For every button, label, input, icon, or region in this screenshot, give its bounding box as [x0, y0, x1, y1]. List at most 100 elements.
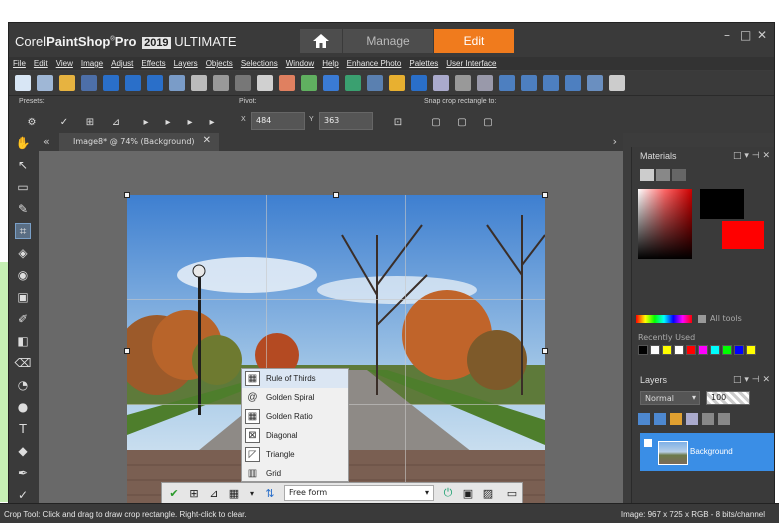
opacity-field[interactable]: 100: [706, 391, 750, 405]
layer-visibility-icon[interactable]: [644, 439, 652, 447]
pick-tool-icon[interactable]: ↖: [15, 157, 31, 173]
recent-color-swatch[interactable]: [722, 345, 732, 355]
presets-dropdown-icon[interactable]: ⚙: [23, 114, 41, 130]
menu-objects[interactable]: Objects: [206, 59, 233, 68]
overview-icon[interactable]: [587, 75, 603, 91]
menu-help[interactable]: Help: [322, 59, 338, 68]
menu-layers[interactable]: Layers: [174, 59, 198, 68]
pivot-center-icon[interactable]: ⊡: [389, 114, 407, 130]
paste-icon[interactable]: [257, 75, 273, 91]
straighten-icon[interactable]: ⊿: [107, 114, 125, 130]
expand-panel-icon[interactable]: ›: [613, 135, 617, 148]
adjust-icon[interactable]: [345, 75, 361, 91]
menu-item-golden-spiral[interactable]: @ Golden Spiral: [242, 388, 348, 407]
layer-row-background[interactable]: Background: [640, 433, 774, 471]
crop-new-image-icon[interactable]: ⊞: [186, 485, 202, 501]
straighten-tool-icon[interactable]: ◈: [15, 245, 31, 261]
menu-adjust[interactable]: Adjust: [111, 59, 133, 68]
menu-enhance-photo[interactable]: Enhance Photo: [347, 59, 402, 68]
customize-icon[interactable]: [609, 75, 625, 91]
snap-image-icon[interactable]: ▢: [427, 114, 445, 130]
collapse-panel-icon[interactable]: «: [43, 135, 50, 148]
menu-file[interactable]: File: [13, 59, 26, 68]
foreground-color-swatch[interactable]: [700, 189, 744, 219]
flood-fill-icon[interactable]: ◔: [15, 377, 31, 393]
mask-icon[interactable]: [433, 75, 449, 91]
menu-item-rule-of-thirds[interactable]: ▦ Rule of Thirds: [242, 369, 348, 388]
save-as-icon[interactable]: [125, 75, 141, 91]
menu-item-diagonal[interactable]: ⊠ Diagonal: [242, 426, 348, 445]
zoom-out-icon[interactable]: [565, 75, 581, 91]
move-down-icon[interactable]: [654, 413, 666, 425]
color-spectrum-bar[interactable]: [636, 315, 692, 323]
snap-layer-icon[interactable]: ▢: [453, 114, 471, 130]
pen-tool-icon[interactable]: ✒: [15, 465, 31, 481]
guides-icon[interactable]: [477, 75, 493, 91]
blend-mode-select[interactable]: Normal ▾: [640, 391, 700, 405]
layers-icon[interactable]: [411, 75, 427, 91]
recent-color-swatch[interactable]: [650, 345, 660, 355]
recent-color-swatch[interactable]: [710, 345, 720, 355]
shape-tool-icon[interactable]: ◆: [15, 443, 31, 459]
tab-edit[interactable]: Edit: [434, 29, 514, 53]
composition-guide-icon[interactable]: ▦: [226, 485, 242, 501]
crop-handle-left[interactable]: [124, 348, 130, 354]
power-icon[interactable]: ⏻: [440, 485, 456, 501]
eraser-tool-icon[interactable]: ⌫: [15, 355, 32, 371]
apply-check-icon[interactable]: ✓: [55, 114, 73, 130]
fit-window-icon[interactable]: [521, 75, 537, 91]
menu-item-grid[interactable]: ▥ Grid: [242, 464, 348, 483]
clone-tool-icon[interactable]: ▣: [15, 289, 31, 305]
recent-color-swatch[interactable]: [734, 345, 744, 355]
save-copy-icon[interactable]: [147, 75, 163, 91]
arrow-right-icon-4[interactable]: ▸: [203, 114, 221, 130]
menu-window[interactable]: Window: [286, 59, 314, 68]
menu-user-interface[interactable]: User Interface: [446, 59, 496, 68]
arrow-right-icon-3[interactable]: ▸: [181, 114, 199, 130]
crop-handle-top[interactable]: [333, 192, 339, 198]
redo-icon[interactable]: [235, 75, 251, 91]
grid-toggle-icon[interactable]: [455, 75, 471, 91]
rotate-left-icon[interactable]: [279, 75, 295, 91]
crop-as-new-image-icon[interactable]: ⊞: [81, 114, 99, 130]
smart-fix-icon[interactable]: [389, 75, 405, 91]
menu-view[interactable]: View: [56, 59, 73, 68]
tab-manage[interactable]: Manage: [343, 29, 433, 53]
maximize-button[interactable]: □: [740, 28, 751, 42]
home-button[interactable]: [300, 29, 342, 53]
link-icon[interactable]: [718, 413, 730, 425]
crop-tool-icon[interactable]: ⌗: [15, 223, 31, 239]
lighten-darken-icon[interactable]: ◧: [15, 333, 31, 349]
all-tools-checkbox[interactable]: [698, 315, 706, 323]
pivot-x-input[interactable]: 484: [251, 112, 305, 130]
menu-item-triangle[interactable]: ◸ Triangle: [242, 445, 348, 464]
apply-crop-icon[interactable]: ✔: [166, 485, 182, 501]
menu-edit[interactable]: Edit: [34, 59, 48, 68]
photo-icon[interactable]: [367, 75, 383, 91]
recent-color-swatch[interactable]: [746, 345, 756, 355]
selection-tool-icon[interactable]: ▭: [15, 179, 31, 195]
actual-size-icon[interactable]: [499, 75, 515, 91]
menu-effects[interactable]: Effects: [141, 59, 165, 68]
minimize-button[interactable]: –: [724, 28, 730, 42]
document-tab[interactable]: Image8* @ 74% (Background) ✕: [59, 133, 219, 151]
portrait-icon[interactable]: ▣: [460, 485, 476, 501]
zoom-in-icon[interactable]: [543, 75, 559, 91]
recent-color-swatch[interactable]: [638, 345, 648, 355]
pan-tool-icon[interactable]: ✋: [15, 135, 31, 151]
chevron-down-icon[interactable]: ▾: [244, 485, 260, 501]
new-from-template-icon[interactable]: [37, 75, 53, 91]
red-eye-tool-icon[interactable]: ◉: [15, 267, 31, 283]
save-icon[interactable]: [103, 75, 119, 91]
menu-palettes[interactable]: Palettes: [409, 59, 438, 68]
open-folder-icon[interactable]: [59, 75, 75, 91]
aspect-ratio-select[interactable]: Free form ▾: [284, 485, 434, 501]
arrow-right-icon-1[interactable]: ▸: [137, 114, 155, 130]
dropper-tool-icon[interactable]: ✎: [15, 201, 31, 217]
recent-color-swatch[interactable]: [698, 345, 708, 355]
paint-brush-icon[interactable]: ✐: [15, 311, 31, 327]
rotate-right-icon[interactable]: [301, 75, 317, 91]
menu-selections[interactable]: Selections: [241, 59, 278, 68]
warp-brush-icon[interactable]: ✓: [15, 487, 31, 503]
recent-color-swatch[interactable]: [686, 345, 696, 355]
